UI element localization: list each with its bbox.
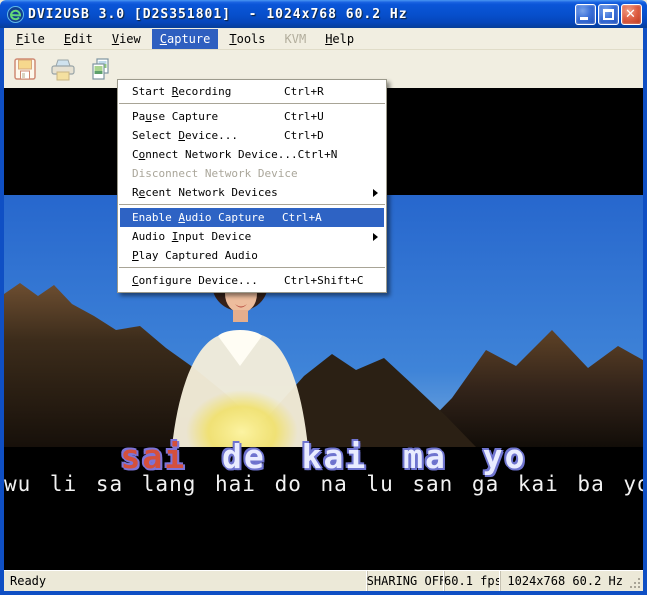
menu-separator bbox=[119, 103, 385, 105]
menu-item-audio-input-device[interactable]: Audio Input Device bbox=[118, 227, 386, 246]
subtitle-sung-text: sai bbox=[121, 437, 187, 476]
menu-kvm: KVM bbox=[277, 29, 315, 49]
menu-item-recent-network-devices[interactable]: Recent Network Devices bbox=[118, 183, 386, 202]
menu-item-disconnect-network-device: Disconnect Network Device bbox=[118, 164, 386, 183]
menu-edit[interactable]: Edit bbox=[56, 29, 101, 49]
subtitle-upcoming-text: de kai ma yo bbox=[186, 437, 526, 476]
close-button[interactable]: ✕ bbox=[621, 4, 642, 25]
submenu-arrow-icon bbox=[373, 189, 378, 197]
app-window: DVI2USB 3.0 [D2S351801] - 1024x768 60.2 … bbox=[0, 0, 647, 595]
app-logo-icon[interactable] bbox=[7, 6, 24, 23]
menu-item-enable-audio-capture[interactable]: Enable Audio Capture Ctrl+A bbox=[120, 208, 384, 227]
menu-item-play-captured-audio[interactable]: Play Captured Audio bbox=[118, 246, 386, 265]
menu-help[interactable]: Help bbox=[317, 29, 362, 49]
menu-item-connect-network-device[interactable]: Connect Network Device... Ctrl+N bbox=[118, 145, 386, 164]
minimize-icon bbox=[580, 17, 588, 20]
shortcut-label: Ctrl+U bbox=[284, 110, 380, 123]
copy-icon bbox=[88, 56, 114, 82]
menu-item-start-recording[interactable]: Start Recording Ctrl+R bbox=[118, 82, 386, 101]
print-button[interactable] bbox=[48, 54, 78, 84]
karaoke-subtitle-line2: wu li sa lang hai do na lu san ga kai ba… bbox=[4, 472, 643, 496]
shortcut-label: Ctrl+Shift+C bbox=[284, 274, 380, 287]
status-sharing: SHARING OFF bbox=[367, 571, 444, 591]
resize-grip[interactable] bbox=[629, 571, 643, 591]
menu-bar: File Edit View Capture Tools KVM Help bbox=[4, 28, 643, 50]
menu-item-configure-device[interactable]: Configure Device... Ctrl+Shift+C bbox=[118, 271, 386, 290]
close-icon: ✕ bbox=[625, 7, 636, 22]
menu-view[interactable]: View bbox=[104, 29, 149, 49]
menu-capture[interactable]: Capture bbox=[152, 29, 219, 49]
maximize-icon bbox=[603, 9, 614, 20]
maximize-button[interactable] bbox=[598, 4, 619, 25]
copy-button[interactable] bbox=[86, 54, 116, 84]
menu-separator bbox=[119, 204, 385, 206]
karaoke-subtitle-line1: sai de kai ma yo bbox=[4, 437, 643, 476]
minimize-button[interactable] bbox=[575, 4, 596, 25]
status-bar: Ready SHARING OFF 60.1 fps 1024x768 60.2… bbox=[4, 570, 643, 591]
status-resolution: 1024x768 60.2 Hz bbox=[500, 571, 629, 591]
menu-separator bbox=[119, 267, 385, 269]
resize-grip-icon bbox=[629, 577, 641, 589]
menu-item-pause-capture[interactable]: Pause Capture Ctrl+U bbox=[118, 107, 386, 126]
menu-tools[interactable]: Tools bbox=[221, 29, 273, 49]
shortcut-label: Ctrl+A bbox=[282, 211, 378, 224]
title-bar[interactable]: DVI2USB 3.0 [D2S351801] - 1024x768 60.2 … bbox=[0, 0, 647, 28]
shortcut-label: Ctrl+R bbox=[284, 85, 380, 98]
status-fps: 60.1 fps bbox=[444, 571, 500, 591]
menu-item-select-device[interactable]: Select Device... Ctrl+D bbox=[118, 126, 386, 145]
menu-file[interactable]: File bbox=[8, 29, 53, 49]
save-button[interactable] bbox=[10, 54, 40, 84]
capture-dropdown-menu: Start Recording Ctrl+R Pause Capture Ctr… bbox=[117, 79, 387, 293]
shortcut-label: Ctrl+D bbox=[284, 129, 380, 142]
window-title: DVI2USB 3.0 [D2S351801] - 1024x768 60.2 … bbox=[28, 7, 575, 22]
shortcut-label: Ctrl+N bbox=[298, 148, 380, 161]
save-icon bbox=[12, 56, 38, 82]
submenu-arrow-icon bbox=[373, 233, 378, 241]
window-frame: File Edit View Capture Tools KVM Help bbox=[0, 28, 647, 595]
status-ready: Ready bbox=[4, 571, 367, 591]
print-icon bbox=[49, 56, 77, 82]
